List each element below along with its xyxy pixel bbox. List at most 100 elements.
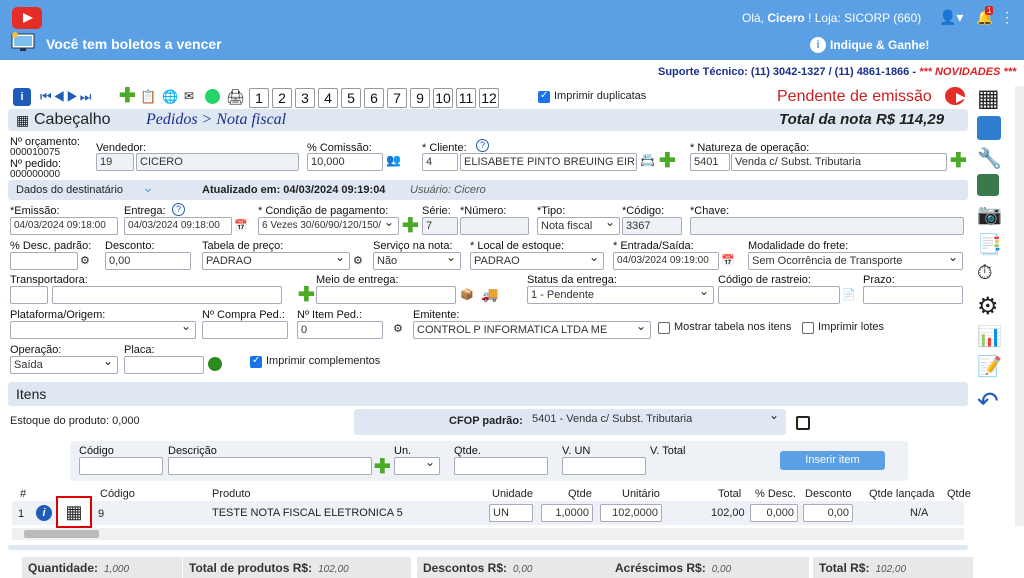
video-help-icon[interactable] [945,87,966,105]
print-dup-checkbox[interactable] [538,90,550,103]
desconto-field[interactable]: 0,00 [105,252,191,270]
scroll-thumb[interactable] [24,530,99,538]
imp-comp-checkbox[interactable] [250,355,262,368]
insert-item-button[interactable]: Inserir item [780,451,885,470]
cond-select[interactable]: 6 Vezes 30/60/90/120/150/ [258,217,399,235]
whatsapp-icon[interactable] [205,89,220,104]
print-model-button[interactable]: 3 [295,88,315,108]
nav-arrows[interactable]: ⏮ ◀ ▶ ⏭ [40,89,91,105]
row-qtde[interactable]: 1,0000 [541,504,593,522]
save-icon[interactable] [977,116,1001,140]
cliente-code[interactable]: 4 [422,153,458,171]
natureza-name[interactable]: Venda c/ Subst. Tributaria [731,153,947,171]
youtube-icon[interactable] [12,7,42,29]
add-transp-icon[interactable]: ✚ [298,285,315,305]
chave-field[interactable] [690,217,964,235]
clock-truck-icon[interactable]: ⏱ [977,262,993,285]
client-card-icon[interactable]: 📇 [640,153,655,167]
row-unidade[interactable]: UN [489,504,533,522]
frete-select[interactable]: Sem Ocorrência de Transporte [748,252,963,270]
settings-gears-icon[interactable]: ⚙ [977,292,999,321]
gear-money-icon[interactable]: ⚙ [353,254,363,267]
chevron-down-icon[interactable]: ⌄ [142,180,160,196]
tabela-select[interactable]: PADRAO [202,252,350,270]
tools-icon[interactable]: 🔧 [977,146,1002,171]
add-qtde-field[interactable] [454,457,548,475]
info-help-icon[interactable]: i [13,88,31,106]
add-vun-field[interactable] [562,457,646,475]
print-model-button[interactable]: 7 [387,88,407,108]
gear-money-icon[interactable]: ⚙ [393,322,403,335]
box-icon[interactable]: 📦 [460,288,474,301]
status-ent-select[interactable]: 1 - Pendente [527,286,714,304]
gear-money-icon[interactable]: ⚙ [80,254,90,267]
calculator-icon[interactable] [977,174,999,196]
add-cond-icon[interactable]: ✚ [402,216,419,236]
cfop-select[interactable]: 5401 - Venda c/ Subst. Tributaria [529,411,783,429]
serie-field[interactable]: 7 [422,217,458,235]
people-icon[interactable]: 👥 [386,153,401,167]
document-icon[interactable]: 📄 [842,288,856,301]
entrega-field[interactable]: 04/03/2024 09:18:00 [124,217,232,235]
user-menu-icon[interactable]: 👤▾ [939,9,963,26]
note-icon[interactable] [796,416,810,430]
tipo-select[interactable]: Nota fiscal [537,217,620,235]
print-model-button[interactable]: 1 [249,88,269,108]
print-model-button[interactable]: 9 [410,88,430,108]
add-un-select[interactable] [394,457,440,475]
numero-field[interactable] [460,217,529,235]
print-model-button[interactable]: 4 [318,88,338,108]
row-unit[interactable]: 102,0000 [600,504,662,522]
user-chart-icon[interactable]: 📊 [977,324,1002,349]
print-model-button[interactable]: 11 [456,88,476,108]
print-model-button[interactable]: 6 [364,88,384,108]
item-info-icon[interactable]: i [36,505,52,521]
print-model-button[interactable]: 2 [272,88,292,108]
print-model-button[interactable]: 5 [341,88,361,108]
meio-field[interactable] [316,286,456,304]
codigo-field[interactable]: 3367 [622,217,682,235]
edit-doc-icon[interactable]: 📝 [977,354,1002,379]
copy-icon[interactable]: 📋 [140,89,156,105]
email-icon[interactable]: ✉ [184,89,194,103]
vertical-scrollbar[interactable] [1015,86,1024,526]
emitente-select[interactable]: CONTROL P INFORMATICA LTDA ME [413,321,651,339]
vendedor-code[interactable]: 19 [96,153,134,171]
globe-icon[interactable]: 🌐 [162,89,178,105]
calendar-icon[interactable]: 📅 [234,219,248,232]
compra-field[interactable] [202,321,288,339]
help-icon[interactable]: ? [476,139,489,152]
comissao-field[interactable]: 10,000 [307,153,383,171]
cliente-name[interactable]: ELISABETE PINTO BREUING EIREL [460,153,637,171]
add-client-icon[interactable]: ✚ [659,151,676,171]
back-arrow-icon[interactable]: ↶ [977,386,999,417]
camera-doc-icon[interactable]: 📷 [977,202,1002,227]
row-desc[interactable]: 0,00 [803,504,853,522]
boletos-alert-link[interactable]: Você tem boletos a vencer [46,36,222,52]
print-model-button[interactable]: 10 [433,88,453,108]
emissao-field[interactable]: 04/03/2024 09:18:00 [10,217,118,235]
indique-link[interactable]: Indique & Ganhe! [830,38,929,52]
rastreio-field[interactable] [718,286,840,304]
local-select[interactable]: PADRAO [470,252,604,270]
item-ped-field[interactable]: 0 [297,321,383,339]
print-model-button[interactable]: 12 [479,88,499,108]
row-pdesc[interactable]: 0,000 [750,504,798,522]
horizontal-scrollbar[interactable] [12,528,964,540]
natureza-code[interactable]: 5401 [690,153,730,171]
entrada-field[interactable]: 04/03/2024 09:19:00 [613,252,719,270]
vendedor-name[interactable]: CICERO [136,153,299,171]
transp-name[interactable] [52,286,282,304]
novidades-link[interactable]: *** NOVIDADES *** [919,66,1016,78]
calendar-icon[interactable]: 📅 [721,254,735,267]
plataforma-select[interactable] [10,321,196,339]
desc-padrao-field[interactable] [10,252,78,270]
item-grid-menu-icon[interactable]: ▦ [56,496,92,528]
add-icon[interactable]: ✚ [119,86,136,106]
more-icon[interactable]: ⋮ [1000,9,1014,26]
add-codigo-field[interactable] [79,457,163,475]
add-descricao-field[interactable] [168,457,372,475]
truck-icon[interactable]: 🚚 [481,286,498,303]
imprimir-lotes-checkbox[interactable] [802,322,814,334]
apps-grid-icon[interactable]: ▦ [977,86,1000,112]
